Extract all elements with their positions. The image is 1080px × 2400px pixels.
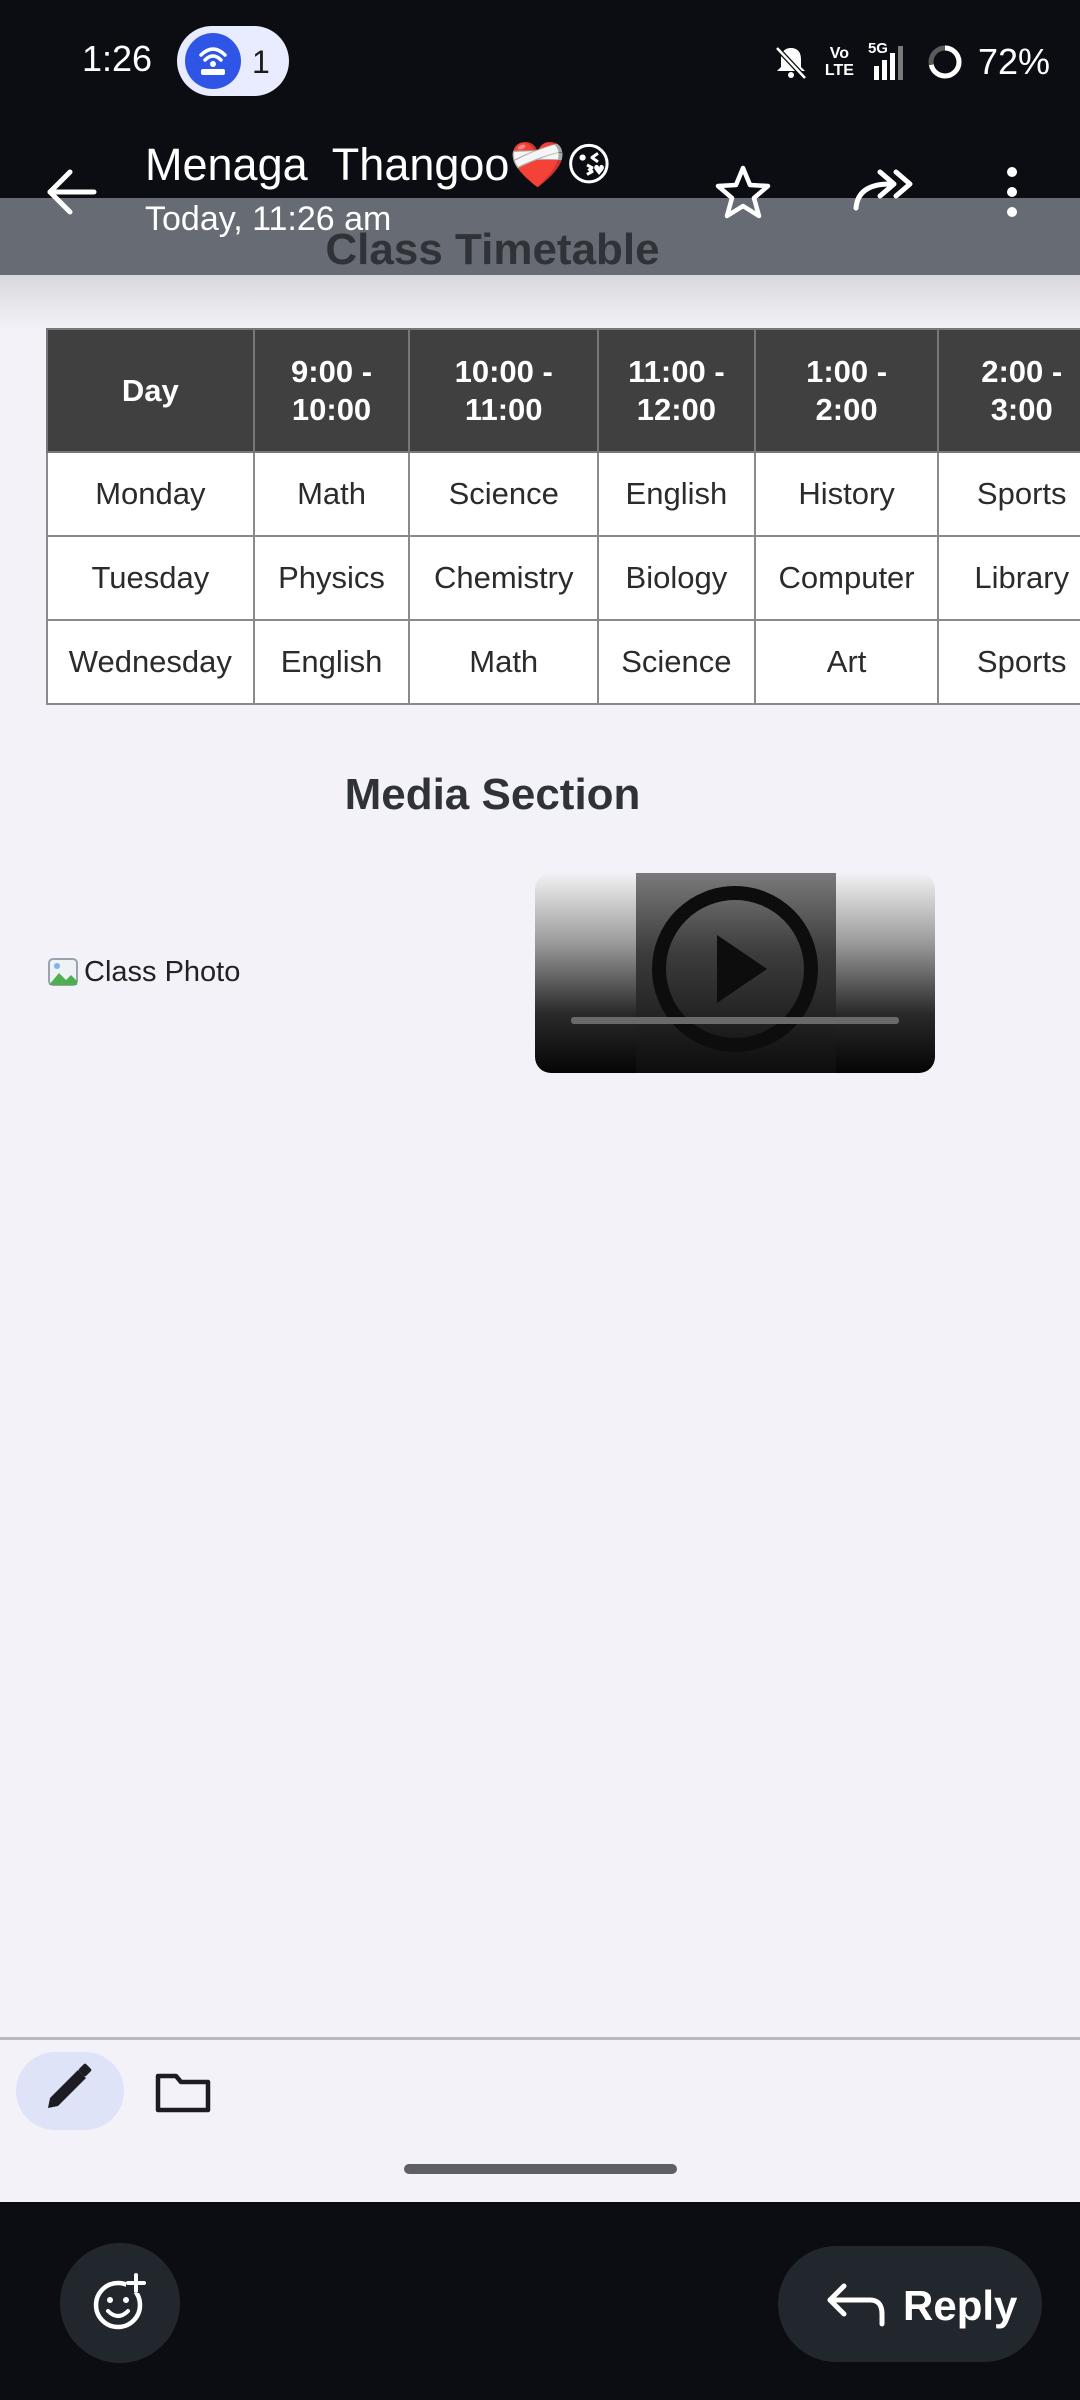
table-row: Monday Math Science English History Spor… [46,451,1080,537]
table-cell: Computer [753,535,940,621]
volte-line1: Vo [829,45,850,62]
arrow-left-icon [47,169,97,215]
back-button[interactable] [40,160,104,224]
folder-icon [155,2073,211,2113]
timetable-header-row: Day 9:00 - 10:00 10:00 - 11:00 11:00 - 1… [46,328,1080,453]
table-cell: English [252,619,411,705]
media-section-title: Media Section [344,770,641,819]
timetable: Day 9:00 - 10:00 10:00 - 11:00 11:00 - 1… [46,328,1080,705]
play-icon [571,886,899,1052]
table-cell: English [597,451,756,537]
forward-button[interactable] [850,160,918,222]
edit-button[interactable] [16,2052,124,2130]
forward-all-icon [853,169,913,211]
add-reaction-button[interactable] [60,2243,180,2363]
battery-percent: 72% [977,41,1050,82]
table-cell: Monday [46,451,255,537]
header-slot-4: 1:00 - 2:00 [753,328,940,453]
hotspot-icon [185,33,241,89]
star-button[interactable] [712,162,774,224]
header-slot-3: 11:00 - 12:00 [597,328,756,453]
table-cell: Physics [252,535,411,621]
table-cell: Wednesday [46,619,255,705]
header-slot-5: 2:00 - 3:00 [937,328,1080,453]
hotspot-count: 1 [252,44,270,80]
class-photo-alt-text: Class Photo [84,955,241,988]
mute-bell-icon [775,46,807,80]
class-photo[interactable]: Class Photo [46,952,240,992]
table-cell: Chemistry [408,535,600,621]
table-cell: Art [753,619,940,705]
table-cell: Science [597,619,756,705]
message-timestamp: Today, 11:26 am [145,200,392,238]
table-cell: Math [252,451,411,537]
document-shade [0,275,1080,330]
status-time: 1:26 [82,38,153,79]
table-cell: Sports [937,451,1080,537]
pencil-icon [48,2063,92,2108]
table-cell: History [753,451,940,537]
table-cell: Sports [937,619,1080,705]
table-row: Wednesday English Math Science Art Sport… [46,619,1080,705]
reply-button[interactable]: Reply [778,2246,1042,2362]
table-cell: Tuesday [46,535,255,621]
status-icons: Vo LTE 5G 72% [771,36,1050,88]
video-player[interactable] [535,873,935,1073]
signal-icon [873,46,903,80]
table-cell: Library [937,535,1080,621]
status-bar: 1:26 1 Vo LTE 5G 72% [0,0,1080,125]
signal-indicator: 5G [868,40,912,84]
more-options-button[interactable] [990,160,1034,224]
contact-name[interactable]: Menaga Thangoo❤️‍🩹😘 [145,138,612,191]
folder-button[interactable] [150,2062,216,2122]
battery-ring-icon [928,45,962,79]
more-vertical-icon [1007,167,1017,217]
add-emoji-icon [93,2273,146,2330]
volte-indicator: Vo LTE [825,45,854,79]
table-cell: Math [408,619,600,705]
table-cell: Biology [597,535,756,621]
star-icon [715,165,771,219]
hotspot-indicator[interactable]: 1 [177,26,289,96]
header-day: Day [46,328,255,453]
header-slot-2: 10:00 - 11:00 [408,328,600,453]
reply-label: Reply [903,2282,1018,2329]
reply-arrow-icon [827,2283,885,2327]
volte-line2: LTE [824,62,854,79]
broken-image-icon [48,958,78,986]
table-row: Tuesday Physics Chemistry Biology Comput… [46,535,1080,621]
header-slot-1: 9:00 - 10:00 [252,328,411,453]
gesture-handle[interactable] [404,2164,677,2174]
table-cell: Science [408,451,600,537]
